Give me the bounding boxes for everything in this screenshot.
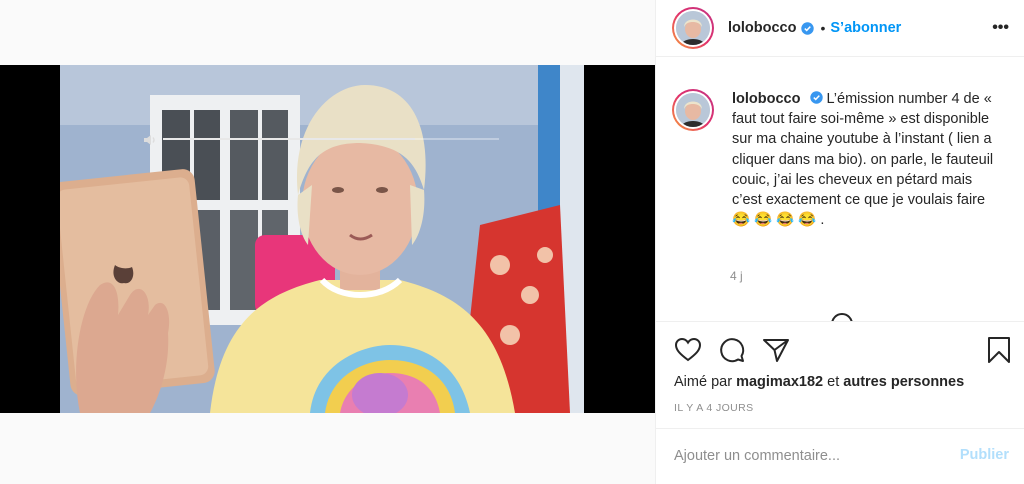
video-progress-fill (163, 138, 415, 140)
volume-icon[interactable] (143, 133, 157, 145)
video-frame-image[interactable] (60, 65, 584, 413)
media-column (0, 0, 655, 484)
caption-body: L’émission number 4 de « faut tout faire… (732, 91, 994, 229)
header-username[interactable]: lolobocco (728, 20, 796, 36)
caption-avatar[interactable] (672, 89, 714, 131)
likes-others-link[interactable]: autres personnes (843, 374, 964, 390)
caption-username[interactable]: lolobocco (732, 91, 800, 107)
bookmark-icon[interactable] (985, 336, 1013, 364)
verified-icon (801, 21, 815, 35)
share-icon[interactable] (762, 336, 790, 364)
caption-avatar-image (676, 93, 710, 127)
caption-row: lolobocco L’émission number 4 de « faut … (672, 89, 1002, 230)
comment-form: Publier (656, 428, 1024, 484)
avatar[interactable] (672, 7, 714, 49)
post-timestamp[interactable]: IL Y A 4 JOURS (674, 402, 754, 414)
video-progress-bar[interactable] (163, 138, 499, 140)
loading-spinner-icon (831, 313, 853, 321)
post-side-panel: lolobocco • S’abonner ••• lolobocco L’ém… (655, 0, 1024, 484)
avatar-image (676, 11, 710, 45)
publish-button[interactable]: Publier (960, 447, 1009, 463)
comment-input[interactable] (674, 445, 924, 467)
caption-area: lolobocco L’émission number 4 de « faut … (656, 57, 1024, 321)
comment-icon[interactable] (718, 336, 746, 364)
post-age[interactable]: 4 j (730, 269, 743, 283)
video-player[interactable] (0, 65, 655, 413)
header-separator: • (820, 20, 826, 36)
heart-icon[interactable] (674, 336, 702, 364)
caption-verified-icon (809, 90, 823, 104)
likes-conjunction: et (827, 374, 840, 390)
follow-button[interactable]: S’abonner (830, 20, 901, 36)
likes-prefix: Aimé par (674, 374, 733, 390)
caption-text-block: lolobocco L’émission number 4 de « faut … (732, 89, 1002, 230)
likes-summary: Aimé par magimax182 et autres personnes (674, 374, 964, 390)
post-actions: Aimé par magimax182 et autres personnes … (656, 321, 1024, 484)
more-options-button[interactable]: ••• (992, 19, 1009, 37)
liker-username[interactable]: magimax182 (736, 374, 823, 390)
post-header: lolobocco • S’abonner ••• (656, 0, 1024, 57)
